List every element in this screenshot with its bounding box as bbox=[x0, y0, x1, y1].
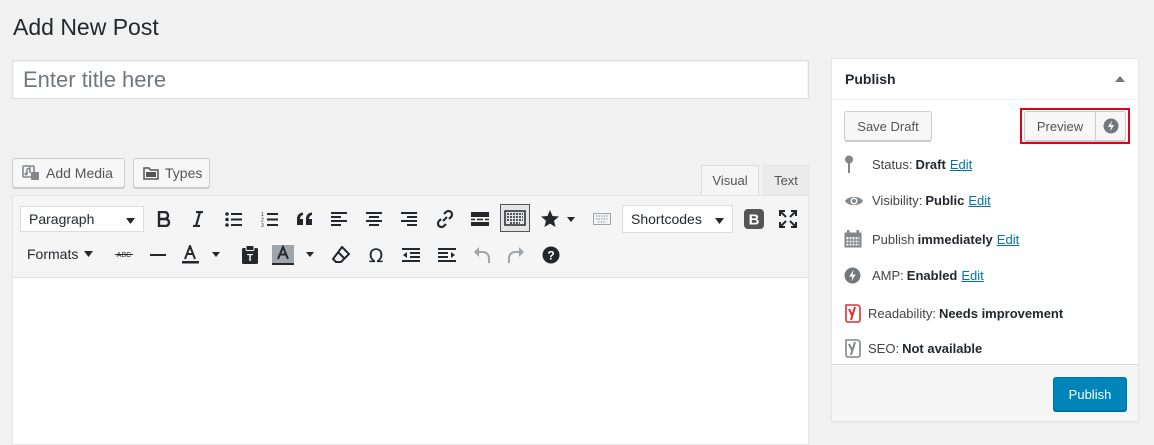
amp-bolt-icon bbox=[1103, 118, 1118, 134]
schedule-edit-link[interactable]: Edit bbox=[997, 232, 1019, 247]
italic-icon[interactable] bbox=[189, 206, 207, 232]
dropdown-arrow-icon bbox=[715, 211, 724, 227]
readability-label: Readability: bbox=[868, 305, 936, 321]
schedule-label: Publish bbox=[872, 231, 915, 247]
publish-box: Publish Save Draft Preview Status: Draft… bbox=[831, 58, 1139, 422]
shortcodes-select[interactable]: Shortcodes bbox=[622, 205, 733, 233]
page-title: Add New Post bbox=[13, 14, 159, 40]
types-label: Types bbox=[165, 165, 203, 181]
editor-content-area[interactable] bbox=[13, 278, 808, 444]
yoast-seo-icon bbox=[844, 338, 862, 358]
amp-row: AMP: Enabled Edit bbox=[844, 267, 984, 284]
undo-icon[interactable] bbox=[471, 242, 493, 268]
blockquote-icon[interactable] bbox=[295, 206, 315, 232]
bootstrap-icon[interactable]: B bbox=[743, 206, 765, 232]
align-center-icon[interactable] bbox=[364, 206, 384, 232]
visibility-edit-link[interactable]: Edit bbox=[968, 193, 990, 208]
align-left-icon[interactable] bbox=[329, 206, 349, 232]
publish-box-footer: Publish bbox=[832, 364, 1138, 421]
amp-preview-button[interactable] bbox=[1095, 111, 1126, 141]
types-button[interactable]: Types bbox=[133, 158, 210, 188]
toolbar-toggle-icon[interactable] bbox=[500, 204, 530, 232]
clear-formatting-icon[interactable] bbox=[330, 242, 352, 268]
link-icon[interactable] bbox=[434, 206, 456, 232]
media-icon bbox=[22, 165, 40, 181]
eye-icon bbox=[844, 194, 866, 208]
svg-text:T: T bbox=[247, 253, 253, 264]
svg-text:3: 3 bbox=[261, 223, 264, 227]
amp-bolt-icon bbox=[844, 267, 866, 284]
read-more-icon[interactable] bbox=[469, 206, 491, 232]
status-row: Status: Draft Edit bbox=[844, 155, 972, 173]
status-edit-link[interactable]: Edit bbox=[950, 157, 972, 172]
status-label: Status: bbox=[872, 156, 913, 172]
svg-text:Ω: Ω bbox=[369, 246, 384, 264]
amp-edit-link[interactable]: Edit bbox=[961, 268, 983, 283]
formats-menu[interactable]: Formats bbox=[27, 246, 94, 262]
keyboard-icon[interactable] bbox=[591, 206, 613, 232]
save-draft-button[interactable]: Save Draft bbox=[844, 111, 932, 141]
preview-button[interactable]: Preview bbox=[1024, 111, 1096, 141]
yoast-readability-icon bbox=[844, 303, 862, 323]
preview-highlight: Preview bbox=[1020, 108, 1130, 144]
dropdown-arrow-icon bbox=[126, 211, 135, 227]
publish-box-title: Publish bbox=[845, 71, 896, 87]
paragraph-format-value: Paragraph bbox=[29, 211, 95, 227]
fullscreen-icon[interactable] bbox=[777, 206, 799, 232]
align-right-icon[interactable] bbox=[399, 206, 419, 232]
bullet-list-icon[interactable] bbox=[224, 206, 244, 232]
paste-text-icon[interactable]: T bbox=[239, 242, 261, 268]
visibility-value: Public bbox=[925, 193, 965, 208]
folder-icon bbox=[143, 166, 159, 180]
publish-button[interactable]: Publish bbox=[1053, 377, 1127, 411]
amp-value: Enabled bbox=[906, 268, 958, 283]
readability-row: Readability: Needs improvement bbox=[844, 303, 1063, 323]
tab-visual[interactable]: Visual bbox=[701, 165, 759, 195]
shortcodes-value: Shortcodes bbox=[631, 211, 702, 227]
bold-icon[interactable] bbox=[155, 206, 173, 232]
help-icon[interactable]: ? bbox=[540, 242, 562, 268]
paragraph-format-select[interactable]: Paragraph bbox=[20, 206, 144, 232]
visibility-row: Visibility: Public Edit bbox=[844, 193, 991, 208]
redo-icon[interactable] bbox=[505, 242, 527, 268]
add-media-button[interactable]: Add Media bbox=[12, 158, 125, 188]
status-value: Draft bbox=[915, 156, 946, 172]
svg-text:ABC: ABC bbox=[117, 252, 131, 259]
svg-text:B: B bbox=[749, 212, 760, 229]
formats-label: Formats bbox=[27, 246, 79, 262]
post-editor: Paragraph 123 Shortcodes B Formats ABC T… bbox=[12, 195, 809, 445]
seo-value: Not available bbox=[902, 340, 983, 356]
seo-row: SEO: Not available bbox=[844, 338, 982, 358]
visibility-label: Visibility: bbox=[872, 193, 923, 208]
outdent-icon[interactable] bbox=[400, 242, 422, 268]
calendar-icon bbox=[844, 230, 866, 248]
schedule-value: immediately bbox=[917, 231, 993, 247]
seo-label: SEO: bbox=[868, 340, 900, 356]
amp-label: AMP: bbox=[872, 268, 904, 283]
special-character-icon[interactable]: Ω bbox=[365, 242, 387, 268]
add-media-label: Add Media bbox=[46, 165, 113, 181]
editor-toolbar: Paragraph 123 Shortcodes B Formats ABC T… bbox=[13, 196, 808, 278]
pin-icon bbox=[844, 155, 866, 173]
indent-icon[interactable] bbox=[436, 242, 458, 268]
horizontal-line-icon[interactable] bbox=[148, 242, 168, 268]
collapse-arrow-icon[interactable] bbox=[1115, 74, 1125, 84]
readability-value: Needs improvement bbox=[938, 305, 1064, 321]
schedule-row: Publish immediately Edit bbox=[844, 230, 1019, 248]
strikethrough-icon[interactable]: ABC bbox=[113, 242, 135, 268]
publish-box-header[interactable]: Publish bbox=[832, 59, 1138, 100]
dropdown-arrow-icon bbox=[84, 251, 94, 257]
background-color-icon[interactable] bbox=[271, 242, 317, 268]
post-title-input[interactable] bbox=[12, 60, 809, 99]
numbered-list-icon[interactable]: 123 bbox=[260, 206, 280, 232]
tab-text[interactable]: Text bbox=[763, 165, 809, 195]
svg-text:?: ? bbox=[547, 249, 554, 263]
text-color-icon[interactable] bbox=[179, 242, 223, 268]
star-icon[interactable] bbox=[538, 206, 578, 232]
